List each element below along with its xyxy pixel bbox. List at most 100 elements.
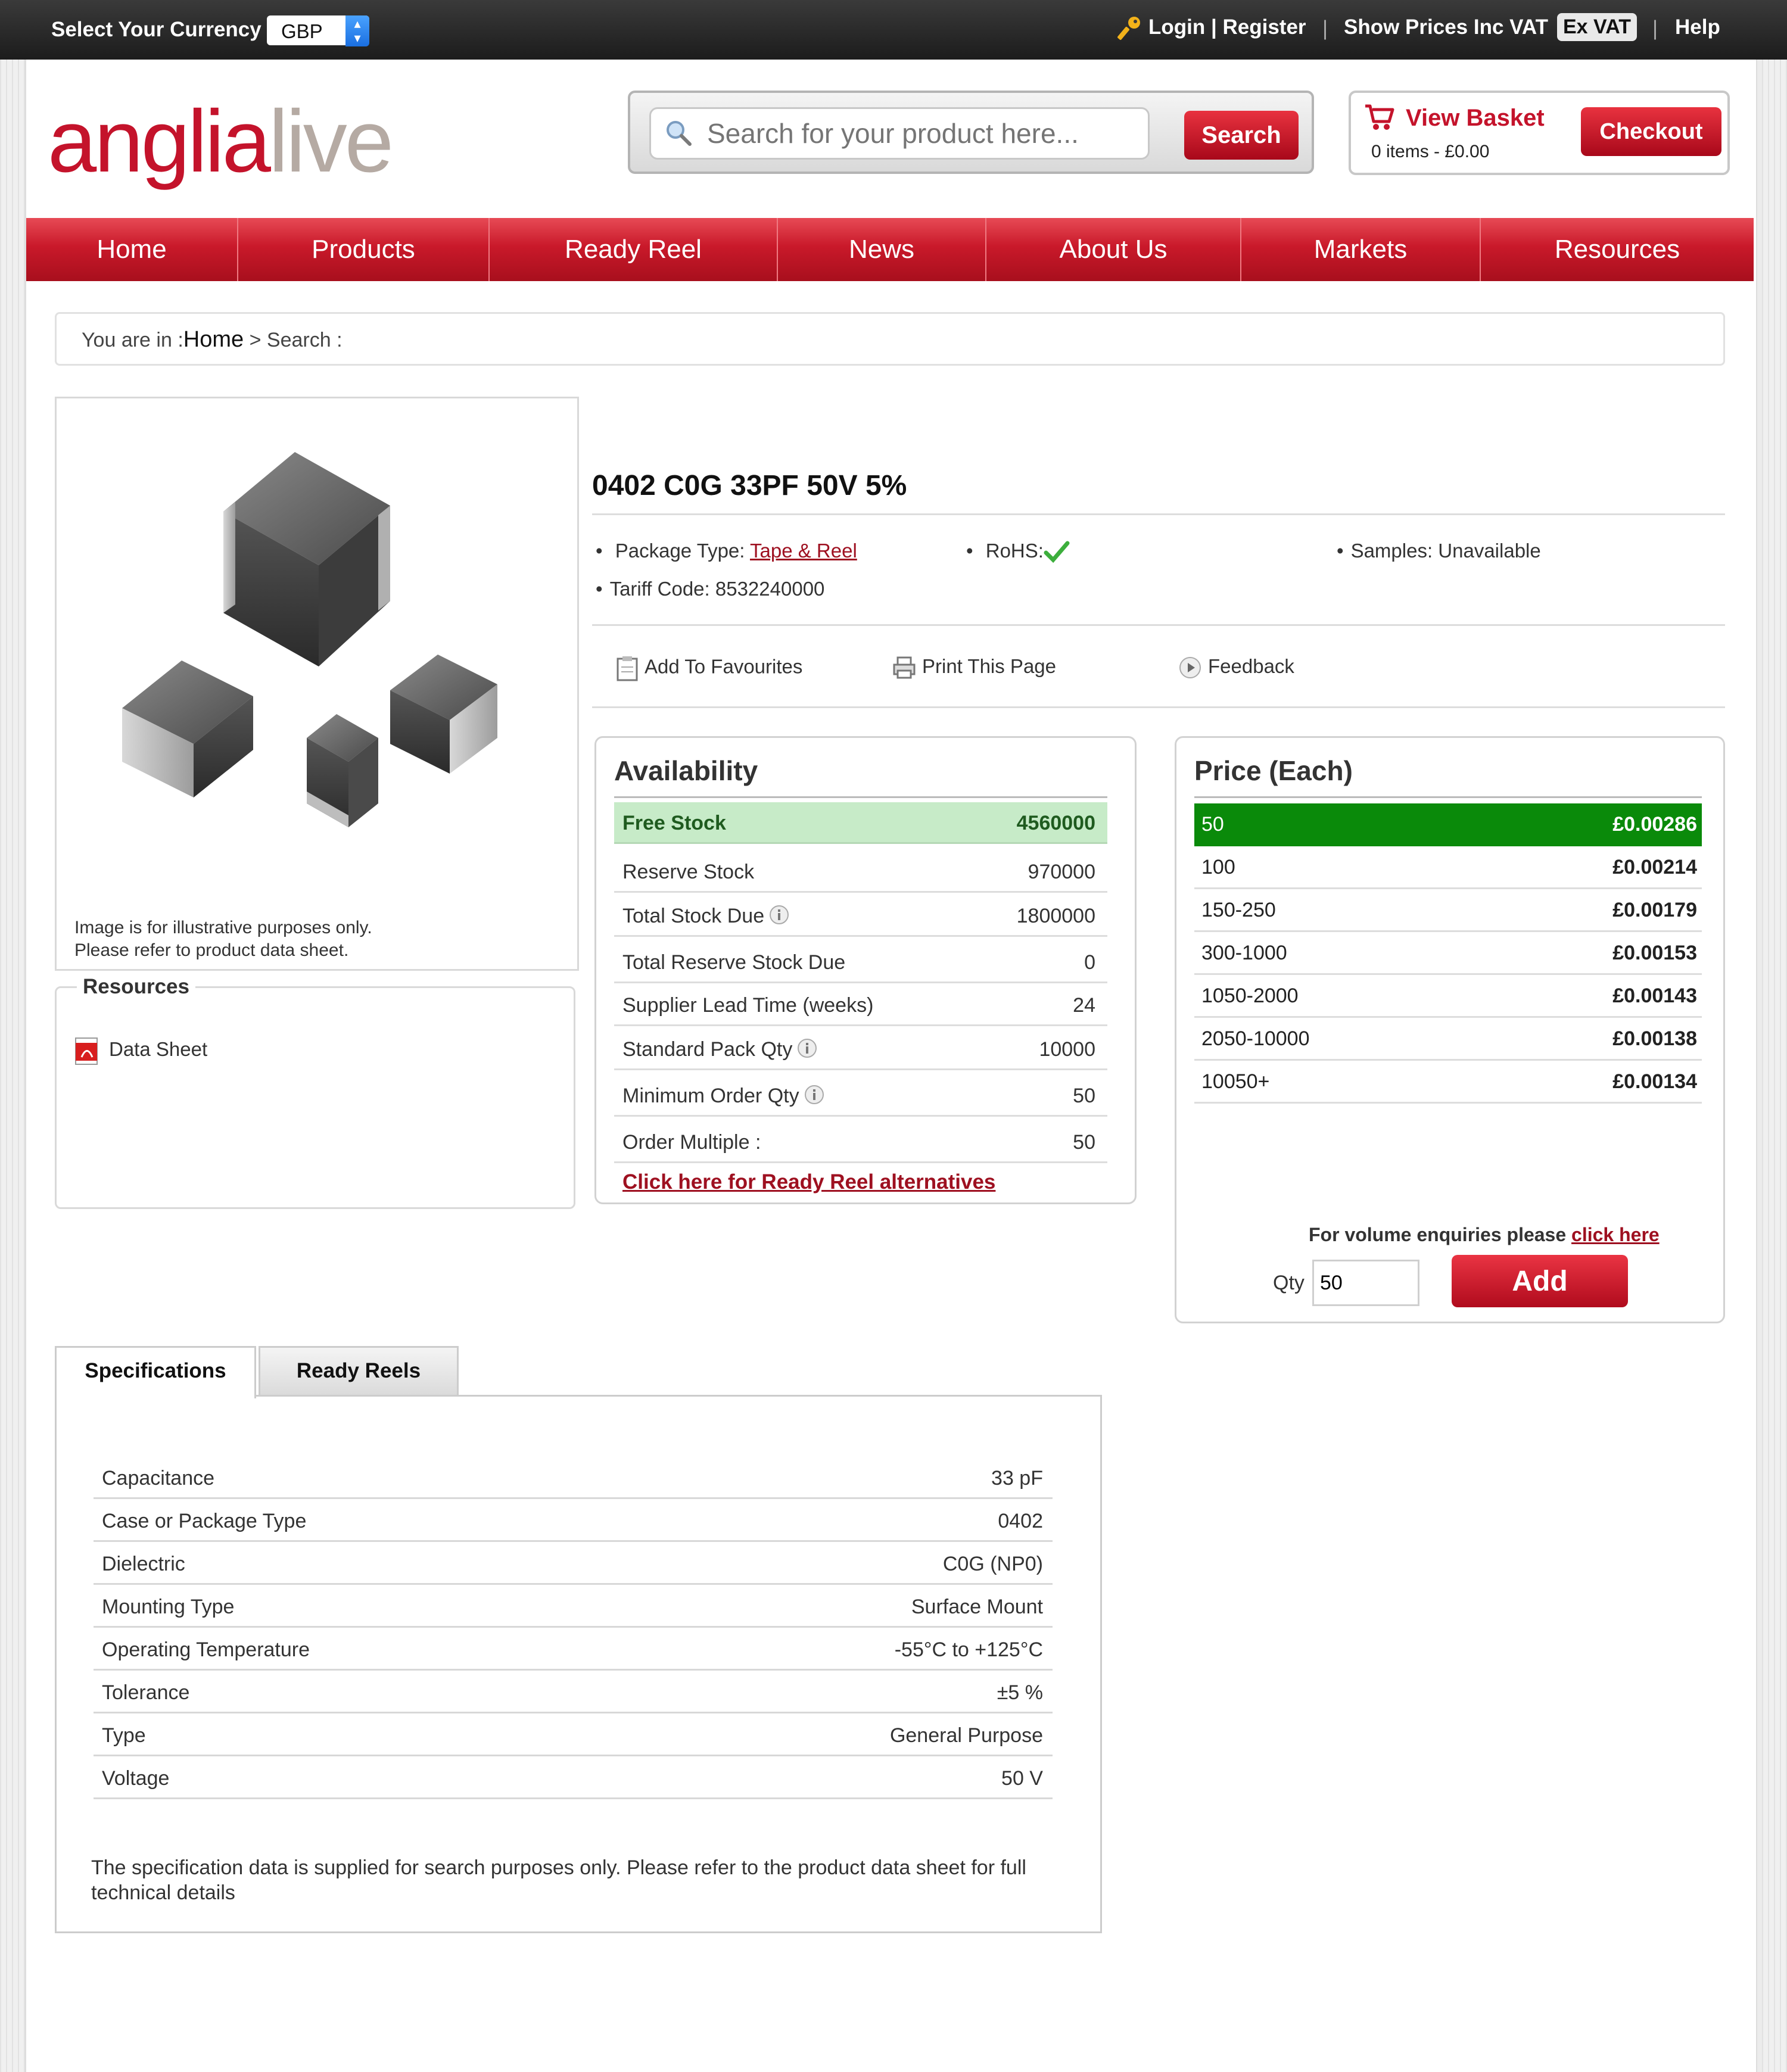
info-icon[interactable] (769, 905, 789, 925)
login-register-link[interactable]: Login | Register (1148, 15, 1306, 39)
nav-item-ready-reel[interactable]: Ready Reel (490, 218, 778, 281)
spec-value: Surface Mount (911, 1596, 1043, 1618)
row-label: Supplier Lead Time (weeks) (622, 994, 874, 1017)
price-row-selected[interactable]: 50 £0.00286 (1194, 803, 1702, 846)
divider (592, 624, 1725, 626)
price-row[interactable]: 150-250 £0.00179 (1194, 889, 1702, 932)
separator: | (1652, 17, 1658, 40)
select-arrows-icon: ▴ ▾ (345, 15, 369, 46)
search-button[interactable]: Search (1184, 111, 1299, 160)
datasheet-link[interactable]: Data Sheet (109, 1038, 207, 1061)
package-type: Package Type: Tape & Reel (596, 540, 857, 562)
nav-item-markets[interactable]: Markets (1241, 218, 1481, 281)
volume-enquiries-link[interactable]: click here (1571, 1224, 1660, 1245)
price-panel: Price (Each) 50 £0.00286 100 £0.00214 150-… (1175, 736, 1725, 1323)
divider (592, 706, 1725, 708)
availability-row-free-stock: Free Stock 4560000 (614, 802, 1107, 844)
price-row[interactable]: 100 £0.00214 (1194, 846, 1702, 889)
tab-ready-reels[interactable]: Ready Reels (259, 1346, 459, 1396)
print-page[interactable]: Print This Page (892, 655, 1056, 680)
tab-specifications[interactable]: Specifications (55, 1346, 256, 1398)
row-value: 50 (1073, 1131, 1095, 1154)
package-type-link[interactable]: Tape & Reel (750, 540, 857, 562)
price-row[interactable]: 2050-10000 £0.00138 (1194, 1018, 1702, 1061)
price-qty: 50 (1201, 813, 1224, 836)
row-label: Minimum Order Qty (622, 1085, 799, 1107)
spec-row: Voltage 50 V (94, 1756, 1053, 1799)
nav-item-resources[interactable]: Resources (1481, 218, 1754, 281)
search-input[interactable] (649, 107, 1150, 160)
divider (1194, 796, 1702, 798)
spec-key: Operating Temperature (102, 1638, 310, 1661)
price-row[interactable]: 300-1000 £0.00153 (1194, 932, 1702, 975)
row-value: 24 (1073, 994, 1095, 1017)
add-to-favourites[interactable]: Add To Favourites (616, 655, 802, 681)
row-label: Total Reserve Stock Due (622, 951, 846, 974)
anglia-live-logo[interactable]: anglialive (48, 98, 394, 186)
spec-value: C0G (NP0) (942, 1553, 1043, 1575)
spec-key: Mounting Type (102, 1596, 235, 1618)
product-image-panel: Image is for illustrative purposes only.… (55, 397, 579, 971)
top-bar: Select Your Currency GBP ▴ ▾ Login | Regi… (0, 0, 1787, 60)
basket-box: View Basket 0 items - £0.00 Checkout (1349, 91, 1730, 175)
rohs-label: RoHS: (985, 540, 1044, 562)
currency-select[interactable]: GBP ▴ ▾ (267, 15, 369, 46)
price-qty: 150-250 (1201, 899, 1276, 921)
add-to-basket-button[interactable]: Add (1452, 1255, 1628, 1307)
breadcrumb-prefix: You are in : (82, 329, 183, 351)
ex-vat-toggle[interactable]: Ex VAT (1557, 13, 1637, 41)
feedback[interactable]: Feedback (1178, 655, 1294, 680)
qty-label: Qty (1273, 1272, 1305, 1294)
qty-input[interactable] (1312, 1260, 1419, 1306)
breadcrumb-home-link[interactable]: Home (183, 327, 244, 352)
row-value: 10000 (1039, 1038, 1095, 1061)
image-disclaimer-line1: Image is for illustrative purposes only. (74, 918, 372, 937)
nav-item-about-us[interactable]: About Us (986, 218, 1241, 281)
rohs-status: RoHS: (966, 540, 1070, 563)
key-icon (1117, 17, 1140, 40)
pdf-icon (75, 1037, 98, 1065)
feedback-play-icon (1179, 657, 1201, 679)
printer-icon (893, 656, 916, 679)
resources-panel: Resources Data Sheet (55, 975, 575, 1209)
spec-row: Dielectric C0G (NP0) (94, 1542, 1053, 1585)
price-value: £0.00138 (1612, 1027, 1697, 1050)
show-prices-inc-vat-link[interactable]: Show Prices Inc VAT (1344, 15, 1548, 39)
price-title: Price (Each) (1194, 755, 1353, 786)
price-row[interactable]: 10050+ £0.00134 (1194, 1061, 1702, 1104)
package-type-label: Package Type: (615, 540, 751, 562)
price-qty: 100 (1201, 856, 1235, 878)
spec-row: Capacitance 33 pF (94, 1456, 1053, 1499)
currency-label: Select Your Currency (51, 18, 261, 41)
price-value: £0.00286 (1612, 813, 1697, 836)
availability-row-order-multiple: Order Multiple : 50 (614, 1121, 1107, 1163)
price-row[interactable]: 1050-2000 £0.00143 (1194, 975, 1702, 1018)
main-nav: Home Products Ready Reel News About Us M… (26, 218, 1754, 281)
spec-key: Dielectric (102, 1553, 185, 1575)
nav-item-home[interactable]: Home (26, 218, 238, 281)
spec-value: General Purpose (889, 1724, 1043, 1747)
help-link[interactable]: Help (1675, 15, 1720, 39)
nav-item-products[interactable]: Products (238, 218, 490, 281)
row-label: Standard Pack Qty (622, 1038, 793, 1061)
currency-value: GBP (281, 20, 323, 42)
row-value: 1800000 (1016, 905, 1095, 927)
nav-item-news[interactable]: News (778, 218, 986, 281)
spec-key: Type (102, 1724, 146, 1747)
price-qty: 1050-2000 (1201, 984, 1299, 1007)
resources-title: Resources (77, 975, 195, 999)
info-icon[interactable] (797, 1038, 817, 1058)
add-to-favourites-label: Add To Favourites (645, 655, 803, 678)
info-icon[interactable] (804, 1085, 824, 1105)
ready-reel-alternatives-link[interactable]: Click here for Ready Reel alternatives (622, 1170, 995, 1194)
spec-value: 0402 (998, 1510, 1043, 1532)
specifications-panel: Capacitance 33 pF Case or Package Type 040… (55, 1395, 1102, 1933)
breadcrumb: You are in :Home > Search : (55, 312, 1725, 366)
tariff-code: Tariff Code: 8532240000 (596, 578, 825, 600)
volume-enquiries-text: For volume enquiries please (1309, 1224, 1572, 1245)
checkout-button[interactable]: Checkout (1581, 107, 1721, 156)
view-basket-link[interactable]: View Basket (1406, 105, 1545, 132)
price-value: £0.00214 (1612, 856, 1697, 878)
row-label: Order Multiple : (622, 1131, 761, 1154)
row-value: 970000 (1028, 861, 1095, 883)
